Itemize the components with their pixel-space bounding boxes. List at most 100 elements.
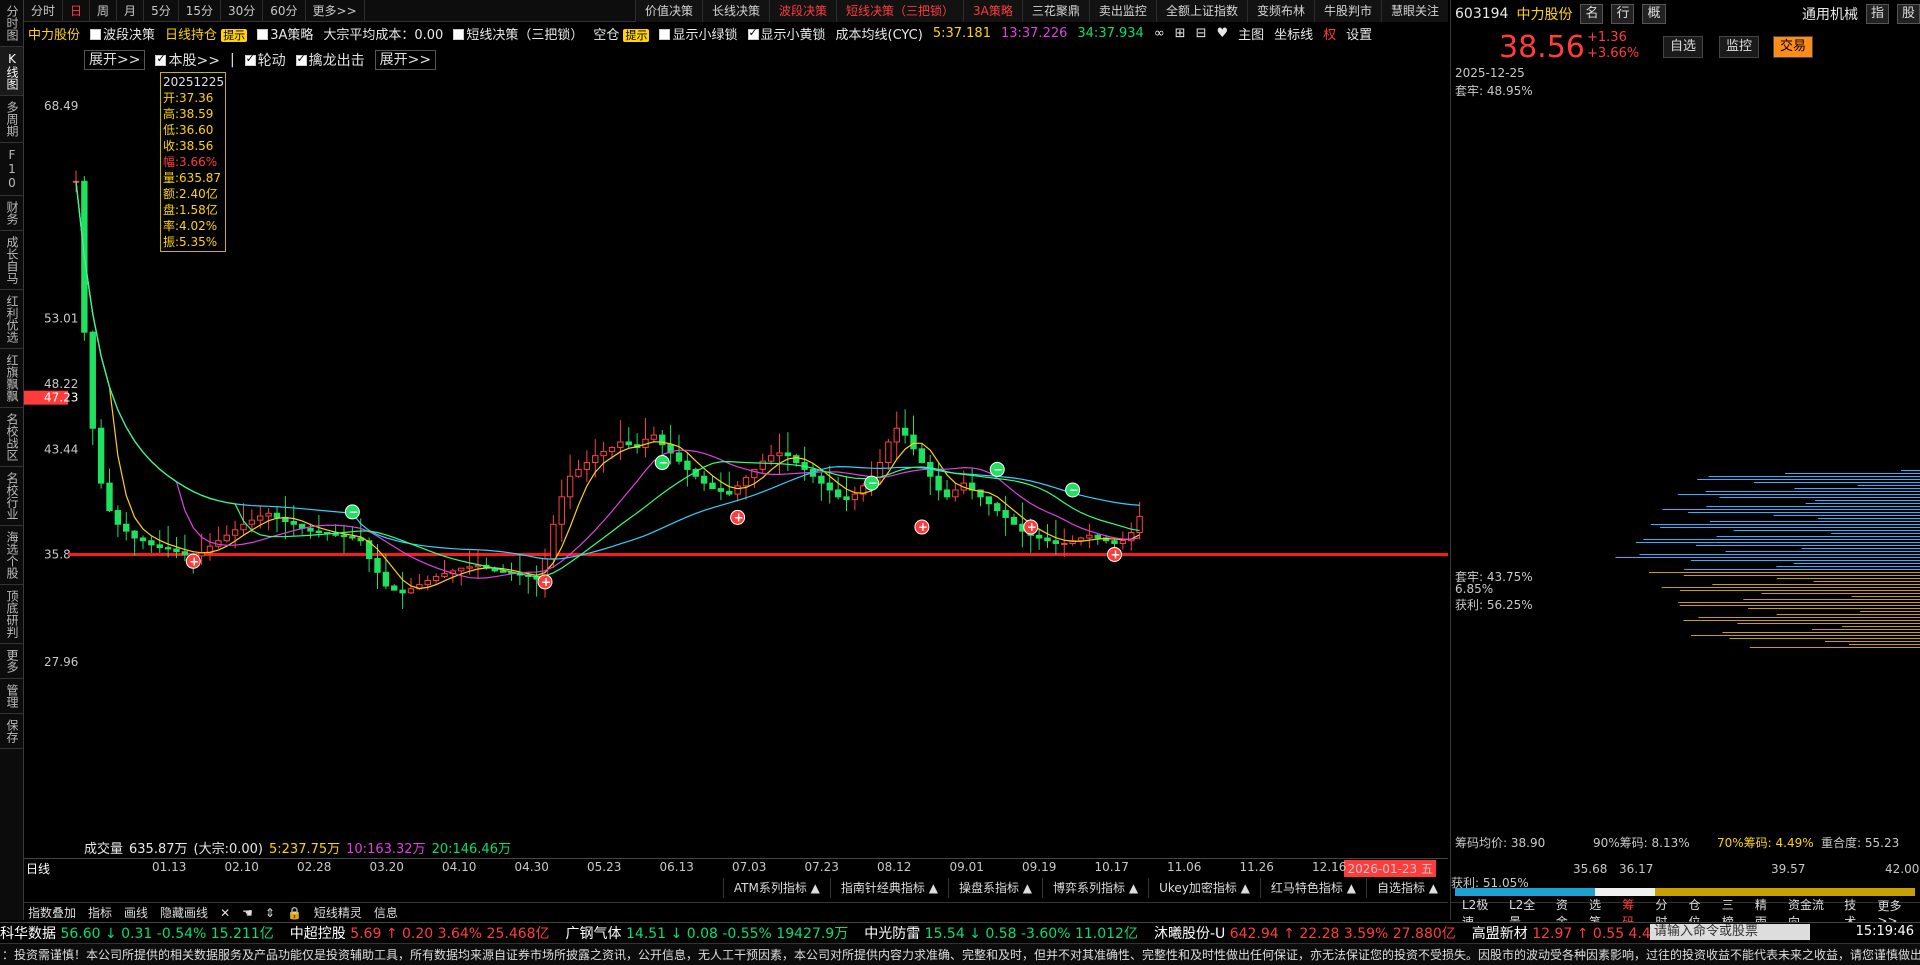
ticker-item[interactable]: 科华数据 56.60 ↓ 0.31 -0.54% 15.211亿 xyxy=(0,923,274,942)
delete-icon[interactable]: ✕ xyxy=(220,906,230,920)
quan-button[interactable]: 权 xyxy=(1323,24,1336,43)
vol-m20: 20:146.46万 xyxy=(431,841,511,857)
period-6[interactable]: 30分 xyxy=(221,0,264,22)
ticker-item[interactable]: 中光防雷 15.54 ↓ 0.58 -3.60% 11.012亿 xyxy=(864,923,1138,942)
tab-gu[interactable]: 股 xyxy=(1896,4,1920,24)
nav-item-9[interactable]: 名校行业 xyxy=(0,467,23,526)
indicator-tab-0[interactable]: ATM系列指标 ▲ xyxy=(722,878,830,898)
nav-item-12[interactable]: 更多 xyxy=(0,644,23,679)
nav-item-7[interactable]: 红旗飘飘 xyxy=(0,349,23,408)
ticker-item[interactable]: 沐曦股份-U 642.94 ↑ 22.28 3.59% 27.880亿 xyxy=(1154,923,1456,942)
settings-button[interactable]: 设置 xyxy=(1346,24,1372,43)
candle-body xyxy=(918,448,926,464)
decision-3[interactable]: 短线决策（三把锁） xyxy=(836,0,964,22)
monitor-button[interactable]: 监控 xyxy=(1719,36,1760,58)
ticker-item[interactable]: 中超控股 5.69 ↑ 0.20 3.64% 25.468亿 xyxy=(290,923,550,942)
x-tick: 09.01 xyxy=(949,860,984,874)
command-input[interactable]: 请输入命令或股票 xyxy=(1650,924,1810,940)
timeframe-label[interactable]: 日线 xyxy=(26,860,50,877)
kline-tooltip: 20251225 开:37.36 高:38.59 低:36.60 收:38.56… xyxy=(160,72,226,252)
tool-2[interactable]: 画线 xyxy=(124,904,148,921)
nav-item-10[interactable]: 海选个股 xyxy=(0,526,23,585)
boduan-checkbox[interactable] xyxy=(90,28,102,40)
decision-6[interactable]: 卖出监控 xyxy=(1088,0,1156,22)
candle-body xyxy=(910,434,917,450)
period-5[interactable]: 15分 xyxy=(179,0,221,22)
tool-1[interactable]: 指标 xyxy=(88,904,112,921)
period-1[interactable]: 日 xyxy=(63,0,91,22)
nav-item-3[interactable]: F10 xyxy=(0,143,23,196)
yellow-lock-checkbox[interactable] xyxy=(747,26,759,40)
nav-item-11[interactable]: 顶底研判 xyxy=(0,585,23,644)
tool-4[interactable]: 短线精灵 xyxy=(314,904,362,921)
move-icon[interactable]: ⇕ xyxy=(265,906,275,920)
tool-5[interactable]: 信息 xyxy=(374,904,398,921)
decision-7[interactable]: 全额上证指数 xyxy=(1155,0,1247,22)
decision-2[interactable]: 波段决策 xyxy=(769,0,837,22)
green-lock-checkbox[interactable] xyxy=(659,28,671,40)
indicator-tab-5[interactable]: 红马特色指标 ▲ xyxy=(1259,878,1366,898)
hand-icon[interactable]: ☚ xyxy=(242,906,253,920)
kline-chart[interactable]: 68.49 53.01 48.22 47.23 43.44 35.8 27.96 + − + − + −… xyxy=(24,66,1448,886)
period-8[interactable]: 更多>> xyxy=(306,0,365,22)
nav-item-14[interactable]: 保存 xyxy=(0,714,23,749)
stock-code: 603194 xyxy=(1455,6,1509,22)
nav-item-0[interactable]: 分时图 xyxy=(0,0,23,47)
decision-1[interactable]: 长线决策 xyxy=(702,0,770,22)
indicator-tab-2[interactable]: 操盘系指标 ▲ xyxy=(947,878,1042,898)
decision-0[interactable]: 价值决策 xyxy=(634,0,702,22)
nav-item-5[interactable]: 成长自马 xyxy=(0,231,23,290)
candle-body xyxy=(600,451,607,457)
ticker-item[interactable]: 广钢气体 14.51 ↓ 0.08 -0.55% 19427.9万 xyxy=(566,923,849,942)
period-0[interactable]: 分时 xyxy=(24,0,64,22)
indicator-tab-6[interactable]: 自选指标 ▲ xyxy=(1365,878,1448,898)
nav-item-1[interactable]: K线图 xyxy=(0,47,23,96)
lock-icon[interactable]: 🔒 xyxy=(287,906,302,920)
tab-zhi[interactable]: 指 xyxy=(1865,4,1889,24)
nav-item-13[interactable]: 管理 xyxy=(0,679,23,714)
short-checkbox[interactable] xyxy=(453,28,465,40)
kline-svg[interactable]: 68.49 53.01 48.2247.23 43.44 35.8 27.96 + − + − + −… xyxy=(24,66,1448,886)
a3-checkbox[interactable] xyxy=(257,28,269,40)
heart-icon[interactable]: ♥ xyxy=(1216,26,1228,41)
short-toggle[interactable]: 短线决策（三把锁） xyxy=(453,24,583,43)
decision-4[interactable]: 3A策略 xyxy=(963,0,1022,22)
period-7[interactable]: 60分 xyxy=(263,0,306,22)
a3-toggle[interactable]: 3A策略 xyxy=(257,24,313,43)
tool-3[interactable]: 隐藏画线 xyxy=(160,904,208,921)
main-chart-button[interactable]: 主图 xyxy=(1238,24,1264,43)
tab-hang[interactable]: 行 xyxy=(1611,4,1635,24)
period-2[interactable]: 周 xyxy=(90,0,118,22)
link-icon[interactable]: ∞ xyxy=(1154,26,1165,41)
nav-item-8[interactable]: 名校战区 xyxy=(0,408,23,467)
decision-9[interactable]: 牛股判市 xyxy=(1313,0,1381,22)
chip-bar xyxy=(1813,581,1920,582)
signal-marker-text: + xyxy=(1027,520,1037,534)
candle-body xyxy=(349,536,356,539)
tab-ming[interactable]: 名 xyxy=(1580,4,1604,24)
favorite-button[interactable]: 自选 xyxy=(1663,36,1704,58)
tool-0[interactable]: 指数叠加 xyxy=(28,904,76,921)
minus-icon[interactable]: ⊟ xyxy=(1196,26,1207,41)
grid-line-button[interactable]: 坐标线 xyxy=(1274,24,1313,43)
decision-10[interactable]: 慧眼关注 xyxy=(1380,0,1448,22)
yellow-lock-toggle[interactable]: 显示小黄锁 xyxy=(747,24,826,43)
tab-gai[interactable]: 概 xyxy=(1642,4,1666,24)
green-lock-toggle[interactable]: 显示小绿锁 xyxy=(659,24,738,43)
decision-5[interactable]: 三花聚鼎 xyxy=(1021,0,1089,22)
period-4[interactable]: 5分 xyxy=(144,0,179,22)
boduan-toggle[interactable]: 波段决策 xyxy=(90,24,155,43)
plus-icon[interactable]: ⊞ xyxy=(1175,26,1186,41)
decision-8[interactable]: 变频布林 xyxy=(1246,0,1314,22)
indicator-tab-1[interactable]: 指南针经典指标 ▲ xyxy=(829,878,948,898)
indicator-tab-4[interactable]: Ukey加密指标 ▲ xyxy=(1148,878,1260,898)
indicator-tab-3[interactable]: 博弈系列指标 ▲ xyxy=(1042,878,1148,898)
trade-button[interactable]: 交易 xyxy=(1773,36,1814,58)
nav-item-6[interactable]: 红利优选 xyxy=(0,290,23,349)
ma13-line xyxy=(75,181,1140,579)
period-3[interactable]: 月 xyxy=(117,0,145,22)
chip-bar xyxy=(1690,560,1920,561)
nav-item-2[interactable]: 多周期 xyxy=(0,96,23,143)
chip-bar xyxy=(1851,596,1920,597)
nav-item-4[interactable]: 财务 xyxy=(0,196,23,231)
